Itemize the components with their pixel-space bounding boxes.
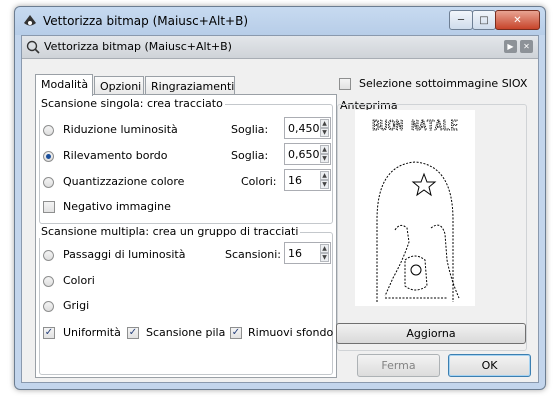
preview-caption: BUON NATALE <box>372 119 458 134</box>
colors-count-spinner[interactable]: 16 ▲ ▼ <box>284 169 331 191</box>
minimize-icon: ─ <box>457 14 465 26</box>
spin-down-icon[interactable]: ▼ <box>320 180 329 189</box>
spin-down-icon[interactable]: ▼ <box>320 253 329 262</box>
tab-ringraziamenti[interactable]: Ringraziamenti <box>145 76 235 96</box>
brightness-steps-label: Passaggi di luminosità <box>63 248 186 261</box>
brightness-threshold-label: Soglia: <box>231 123 269 136</box>
dock-header: Vettorizza bitmap (Maiusc+Alt+B) ▶ ✕ <box>22 36 538 59</box>
tab-opzioni[interactable]: Opzioni <box>94 76 144 96</box>
tab-label: Modalità <box>41 78 89 91</box>
tab-label: Ringraziamenti <box>151 80 235 93</box>
smooth-label: Uniformità <box>63 326 121 339</box>
invert-image-label: Negativo immagine <box>63 200 171 213</box>
window-title: Vettorizza bitmap (Maiusc+Alt+B) <box>43 14 249 28</box>
dock-close-button[interactable]: ✕ <box>520 40 533 53</box>
trace-preview-image: BUON NATALE <box>355 110 475 306</box>
siox-checkbox[interactable] <box>339 78 351 90</box>
update-preview-label: Aggiorna <box>406 327 456 340</box>
radio-color-quantization[interactable] <box>43 177 54 188</box>
remove-background-label: Rimuovi sfondo <box>248 326 334 339</box>
spinner-value: 0,650 <box>288 148 320 161</box>
checkmark-icon: ✓ <box>231 327 241 338</box>
spin-down-icon[interactable]: ▼ <box>320 128 329 137</box>
stack-scans-label: Scansione pila <box>146 326 226 339</box>
edge-detection-label: Rilevamento bordo <box>63 149 168 162</box>
stop-button[interactable]: Ferma <box>357 354 440 377</box>
title-bar[interactable]: Vettorizza bitmap (Maiusc+Alt+B) ─ □ ✕ <box>15 7 545 35</box>
dock-title: Vettorizza bitmap (Maiusc+Alt+B) <box>44 40 232 53</box>
grays-label: Grigi <box>63 299 90 312</box>
radio-grays[interactable] <box>43 301 54 312</box>
update-preview-button[interactable]: Aggiorna <box>336 323 526 344</box>
spin-down-icon[interactable]: ▼ <box>320 154 329 163</box>
dock-iconify-button[interactable]: ▶ <box>504 40 517 53</box>
close-button[interactable]: ✕ <box>495 10 540 30</box>
spinner-value: 16 <box>288 247 302 260</box>
nativity-trace-drawing: BUON NATALE <box>372 119 460 302</box>
radio-brightness-cutoff[interactable] <box>43 125 54 136</box>
single-scan-legend: Scansione singola: crea tracciato <box>39 97 225 110</box>
tab-panel-modalita: Scansione singola: crea tracciato Riduzi… <box>35 94 337 378</box>
radio-brightness-steps[interactable] <box>43 250 54 261</box>
radio-edge-detection[interactable] <box>43 151 54 162</box>
siox-label: Selezione sottoimmagine SIOX <box>359 77 528 90</box>
ok-label: OK <box>481 359 498 372</box>
radio-colors[interactable] <box>43 276 54 287</box>
remove-background-checkbox[interactable]: ✓ <box>230 327 242 339</box>
close-icon: ✕ <box>523 42 530 51</box>
checkmark-icon: ✓ <box>128 327 138 338</box>
brightness-threshold-spinner[interactable]: 0,450 ▲ ▼ <box>284 117 331 139</box>
edge-threshold-label: Soglia: <box>231 149 269 162</box>
spin-up-icon[interactable]: ▲ <box>320 145 329 154</box>
minimize-button[interactable]: ─ <box>449 10 473 30</box>
inkscape-app-icon <box>24 15 36 26</box>
play-icon: ▶ <box>507 42 514 51</box>
tab-modalita[interactable]: Modalità <box>35 74 93 96</box>
brightness-cutoff-label: Riduzione luminosità <box>63 123 178 136</box>
maximize-button[interactable]: □ <box>472 10 496 30</box>
invert-image-checkbox[interactable] <box>43 201 55 213</box>
tab-label: Opzioni <box>100 80 142 93</box>
spin-up-icon[interactable]: ▲ <box>320 244 329 253</box>
scans-label: Scansioni: <box>225 248 281 261</box>
smooth-checkbox[interactable]: ✓ <box>43 327 55 339</box>
spinner-value: 16 <box>288 174 302 187</box>
scans-count-spinner[interactable]: 16 ▲ ▼ <box>284 242 331 264</box>
ok-button[interactable]: OK <box>448 354 531 377</box>
stop-label: Ferma <box>381 359 416 372</box>
stack-scans-checkbox[interactable]: ✓ <box>127 327 139 339</box>
spin-up-icon[interactable]: ▲ <box>320 171 329 180</box>
trace-bitmap-icon <box>26 40 40 54</box>
spin-up-icon[interactable]: ▲ <box>320 119 329 128</box>
color-quantization-label: Quantizzazione colore <box>63 175 185 188</box>
edge-threshold-spinner[interactable]: 0,650 ▲ ▼ <box>284 143 331 165</box>
colors-label: Colori <box>63 274 95 287</box>
maximize-icon: □ <box>479 14 489 26</box>
multi-scan-legend: Scansione multipla: crea un gruppo di tr… <box>39 225 301 238</box>
colors-count-label: Colori: <box>241 175 277 188</box>
checkmark-icon: ✓ <box>44 327 54 338</box>
spinner-value: 0,450 <box>288 122 320 135</box>
close-icon: ✕ <box>513 14 522 26</box>
